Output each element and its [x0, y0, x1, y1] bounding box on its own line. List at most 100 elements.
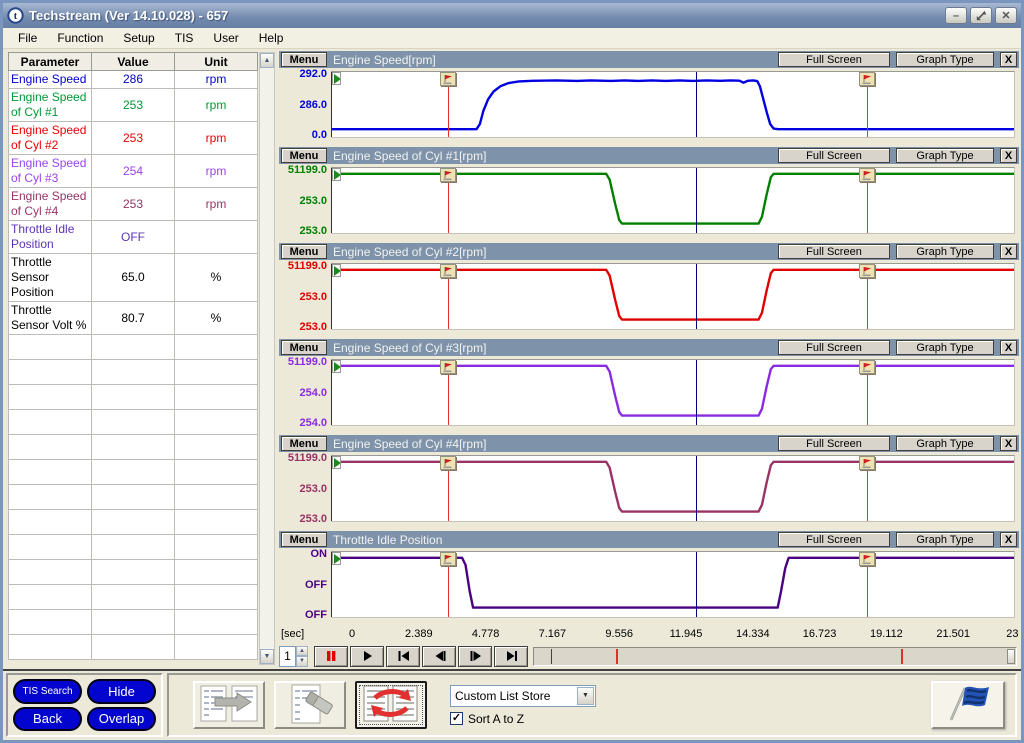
graph-menu-button[interactable]: Menu: [281, 436, 327, 451]
step-back-button[interactable]: [422, 645, 456, 667]
column-header-value[interactable]: Value: [91, 52, 175, 71]
full-screen-button[interactable]: Full Screen: [778, 148, 890, 163]
table-row[interactable]: Engine Speed of Cyl #1 253 rpm: [8, 88, 258, 122]
flag-marker-icon[interactable]: [439, 360, 456, 374]
flag-button[interactable]: [931, 681, 1005, 729]
graph-type-button[interactable]: Graph Type: [896, 340, 994, 355]
menu-item-file[interactable]: File: [9, 29, 46, 47]
table-row[interactable]: Engine Speed 286 rpm: [8, 70, 258, 89]
full-screen-button[interactable]: Full Screen: [778, 244, 890, 259]
tis-search-button[interactable]: TIS Search: [13, 679, 82, 704]
hide-button[interactable]: Hide: [87, 679, 156, 704]
table-row[interactable]: Throttle Sensor Volt % 80.7%: [8, 301, 258, 335]
column-header-unit[interactable]: Unit: [174, 52, 258, 71]
full-screen-button[interactable]: Full Screen: [778, 436, 890, 451]
scroll-up-icon[interactable]: ▲: [260, 53, 274, 68]
swap-lists-button[interactable]: [355, 681, 427, 729]
flag-marker-icon[interactable]: [439, 72, 456, 86]
sort-checkbox[interactable]: ✓: [450, 712, 463, 725]
track-handle[interactable]: [1007, 648, 1015, 664]
graph-type-button[interactable]: Graph Type: [896, 244, 994, 259]
full-screen-button[interactable]: Full Screen: [778, 52, 890, 67]
graphs-stack: Menu Engine Speed[rpm] Full Screen Graph…: [279, 51, 1019, 627]
menu-item-function[interactable]: Function: [48, 29, 112, 47]
full-screen-button[interactable]: Full Screen: [778, 340, 890, 355]
cursor-line[interactable]: [696, 72, 698, 137]
back-button[interactable]: Back: [13, 706, 82, 731]
menu-item-user[interactable]: User: [204, 29, 247, 47]
flag-marker-icon[interactable]: [439, 456, 456, 470]
spinner-down-icon[interactable]: ▼: [296, 656, 308, 667]
plot-area[interactable]: [331, 167, 1015, 234]
spinner-value[interactable]: 1: [279, 645, 296, 667]
column-header-parameter[interactable]: Parameter: [8, 52, 92, 71]
graph-type-button[interactable]: Graph Type: [896, 532, 994, 547]
cursor-line[interactable]: [696, 552, 698, 617]
graph-close-button[interactable]: X: [1000, 148, 1017, 163]
graph-close-button[interactable]: X: [1000, 340, 1017, 355]
menu-item-tis[interactable]: TIS: [166, 29, 203, 47]
flag-marker-icon[interactable]: [439, 168, 456, 182]
graph-menu-button[interactable]: Menu: [281, 148, 327, 163]
table-row-empty: [8, 359, 258, 385]
cursor-line[interactable]: [696, 168, 698, 233]
plot-area[interactable]: [331, 551, 1015, 618]
restore-icon[interactable]: [970, 7, 992, 24]
graph-close-button[interactable]: X: [1000, 532, 1017, 547]
skip-to-end-button[interactable]: [494, 645, 528, 667]
overlap-button[interactable]: Overlap: [87, 706, 156, 731]
graph-close-button[interactable]: X: [1000, 244, 1017, 259]
graph-menu-button[interactable]: Menu: [281, 244, 327, 259]
flag-marker-icon[interactable]: [439, 264, 456, 278]
flag-marker-icon[interactable]: [859, 456, 876, 470]
speed-spinner[interactable]: 1 ▲ ▼: [279, 645, 308, 667]
menu-item-setup[interactable]: Setup: [114, 29, 163, 47]
list-store-dropdown[interactable]: Custom List Store ▼: [450, 684, 596, 707]
cursor-line[interactable]: [696, 264, 698, 329]
graph-type-button[interactable]: Graph Type: [896, 148, 994, 163]
flag-marker-icon[interactable]: [859, 72, 876, 86]
graph-close-button[interactable]: X: [1000, 436, 1017, 451]
pause-button[interactable]: [314, 645, 348, 667]
playback-position-track[interactable]: [533, 646, 1017, 666]
flag-marker-icon[interactable]: [859, 360, 876, 374]
dropdown-arrow-icon[interactable]: ▼: [577, 686, 594, 705]
flag-marker-icon[interactable]: [859, 552, 876, 566]
cursor-line[interactable]: [696, 360, 698, 425]
table-row[interactable]: Engine Speed of Cyl #4 253 rpm: [8, 187, 258, 221]
play-button[interactable]: [350, 645, 384, 667]
copy-list-button[interactable]: [193, 681, 265, 729]
full-screen-button[interactable]: Full Screen: [778, 532, 890, 547]
plot-area[interactable]: [331, 359, 1015, 426]
graph-type-button[interactable]: Graph Type: [896, 436, 994, 451]
close-button[interactable]: ✕: [995, 7, 1017, 24]
flag-marker-icon[interactable]: [439, 552, 456, 566]
plot-area[interactable]: [331, 263, 1015, 330]
scroll-down-icon[interactable]: ▼: [260, 649, 274, 664]
flag-marker-icon[interactable]: [859, 264, 876, 278]
graph-close-button[interactable]: X: [1000, 52, 1017, 67]
table-row[interactable]: Throttle Sensor Position 65.0%: [8, 253, 258, 302]
graph-menu-button[interactable]: Menu: [281, 52, 327, 67]
erase-list-button[interactable]: [274, 681, 346, 729]
graph-menu-button[interactable]: Menu: [281, 340, 327, 355]
spinner-up-icon[interactable]: ▲: [296, 645, 308, 656]
menu-item-help[interactable]: Help: [250, 29, 293, 47]
skip-to-start-button[interactable]: [386, 645, 420, 667]
table-row[interactable]: Engine Speed of Cyl #2 253 rpm: [8, 121, 258, 155]
table-scrollbar[interactable]: ▲ ▼: [259, 52, 275, 665]
cursor-line[interactable]: [696, 456, 698, 521]
time-tick-label: 7.167: [538, 628, 567, 640]
plot-area[interactable]: [331, 455, 1015, 522]
minimize-button[interactable]: –: [945, 7, 967, 24]
signal-trace: [331, 456, 1014, 521]
graph-type-button[interactable]: Graph Type: [896, 52, 994, 67]
graph-menu-button[interactable]: Menu: [281, 532, 327, 547]
graph-title: Engine Speed of Cyl #2[rpm]: [333, 244, 487, 259]
step-forward-button[interactable]: [458, 645, 492, 667]
table-row[interactable]: Throttle Idle Position OFF: [8, 220, 258, 254]
title-bar[interactable]: t Techstream (Ver 14.10.028) - 657 – ✕: [3, 3, 1021, 28]
table-row[interactable]: Engine Speed of Cyl #3 254 rpm: [8, 154, 258, 188]
flag-marker-icon[interactable]: [859, 168, 876, 182]
plot-area[interactable]: [331, 71, 1015, 138]
